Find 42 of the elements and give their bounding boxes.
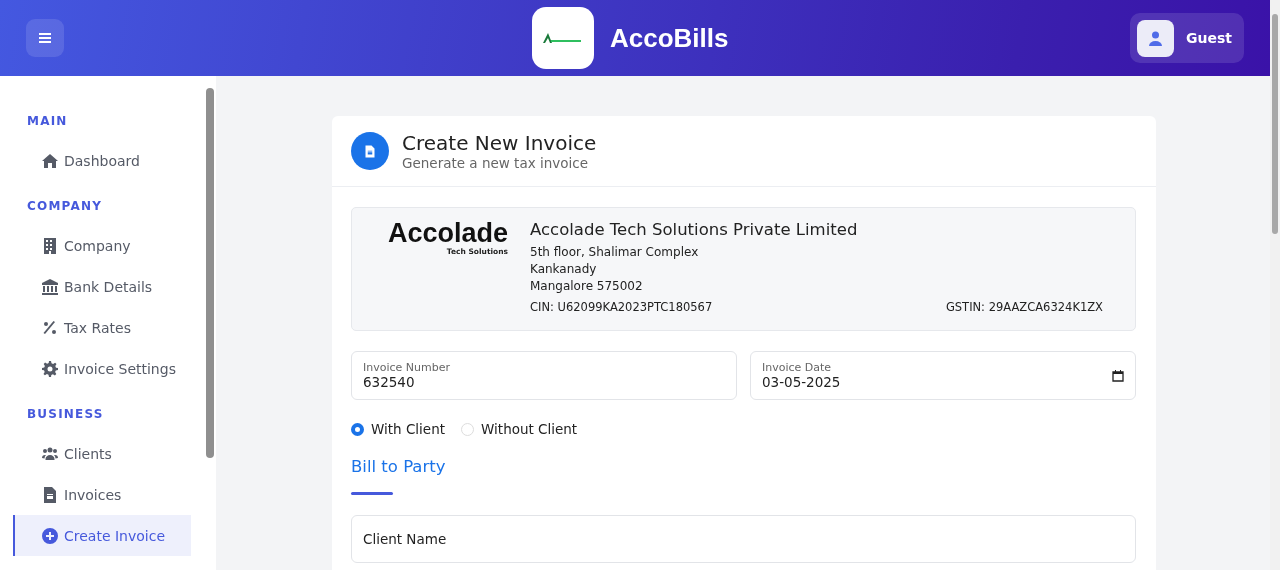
sidebar-item[interactable]: Tax Rates	[13, 307, 191, 348]
input-field[interactable]: Invoice Number 632540	[351, 351, 737, 400]
radio-option[interactable]: With Client	[351, 421, 446, 437]
company-name: Accolade Tech Solutions Private Limited	[530, 220, 859, 239]
document-icon	[364, 143, 376, 159]
page-subtitle: Generate a new tax invoice	[402, 155, 589, 171]
calendar-icon[interactable]	[1112, 369, 1124, 382]
menu-icon	[39, 33, 51, 43]
scrollbar-thumb[interactable]	[1272, 14, 1278, 234]
company-logo-text: Accolade	[387, 220, 508, 247]
gear-icon	[42, 360, 58, 377]
page-title: Create New Invoice	[402, 131, 597, 155]
sidebar-item[interactable]: Invoices	[13, 474, 191, 515]
address-line: Kankanady	[530, 261, 598, 278]
user-button[interactable]: Guest	[1130, 13, 1244, 63]
file-icon	[42, 486, 58, 503]
app-title: AccoBills	[610, 22, 729, 54]
sidebar-item[interactable]: Dashboard	[13, 140, 191, 181]
sidebar-item[interactable]: Clients	[13, 433, 191, 474]
scrollbar-thumb[interactable]	[206, 88, 214, 458]
cin-text: CIN: U62099KA2023PTC180567	[530, 300, 713, 314]
sidebar-section-title: COMPANY	[27, 199, 104, 213]
user-icon	[1149, 30, 1162, 46]
sidebar-section-title: BUSINESS	[27, 407, 105, 421]
bank-icon	[42, 278, 58, 295]
sidebar-section-title: MAIN	[27, 114, 69, 128]
radio-option[interactable]: Without Client	[461, 421, 578, 437]
client-name-field[interactable]: Client Name	[351, 515, 1136, 563]
users-icon	[42, 445, 58, 462]
menu-button[interactable]	[26, 19, 64, 57]
percent-icon	[42, 319, 58, 336]
sidebar-item[interactable]: Invoice Settings	[13, 348, 191, 389]
gstin-text: GSTIN: 29AAZCA6324K1ZX	[945, 300, 1103, 314]
building-icon	[42, 237, 58, 254]
input-field[interactable]: Invoice Date 03-05-2025	[750, 351, 1136, 400]
address-line: 5th floor, Shalimar Complex	[530, 244, 700, 261]
sidebar-item[interactable]: Create Invoice	[13, 515, 191, 556]
home-icon	[42, 152, 58, 169]
sidebar-item[interactable]: Bank Details	[13, 266, 191, 307]
sidebar-item[interactable]: Company	[13, 225, 191, 266]
section-title: Bill to Party	[351, 457, 446, 476]
address-line: Mangalore 575002	[530, 278, 644, 295]
